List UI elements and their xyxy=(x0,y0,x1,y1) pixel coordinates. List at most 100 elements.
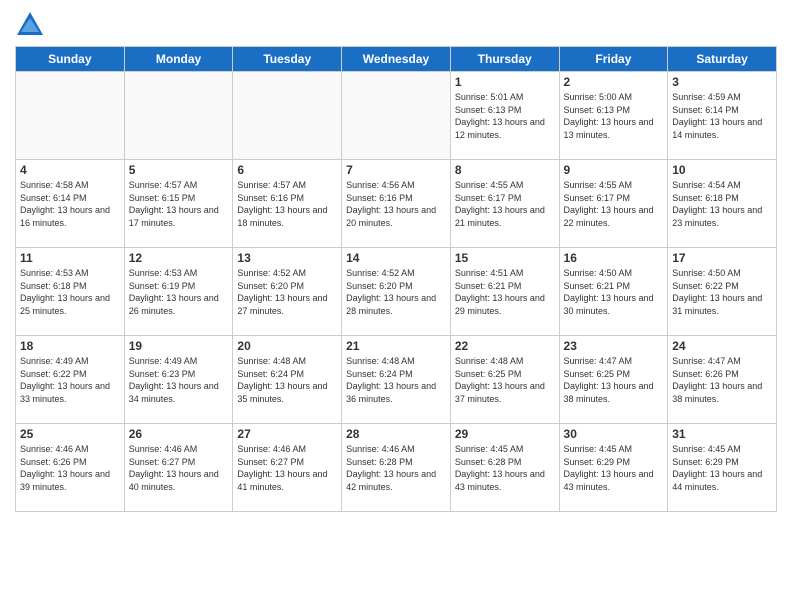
day-number: 8 xyxy=(455,163,555,177)
day-info: Sunrise: 4:59 AM Sunset: 6:14 PM Dayligh… xyxy=(672,91,772,141)
day-cell: 7Sunrise: 4:56 AM Sunset: 6:16 PM Daylig… xyxy=(342,160,451,248)
day-cell: 9 Sunrise: 4:55 AM Sunset: 6:17 PM Daylig… xyxy=(559,160,668,248)
day-cell: 8 Sunrise: 4:55 AM Sunset: 6:17 PM Daylig… xyxy=(450,160,559,248)
day-cell: 21 Sunrise: 4:48 AM Sunset: 6:24 PM Dayli… xyxy=(342,336,451,424)
weekday-sunday: Sunday xyxy=(16,47,125,72)
day-info: Sunrise: 4:45 AM Sunset: 6:29 PM Dayligh… xyxy=(672,443,772,493)
header xyxy=(15,10,777,40)
day-info: Sunrise: 4:47 AM Sunset: 6:26 PM Dayligh… xyxy=(672,355,772,405)
day-number: 6 xyxy=(237,163,337,177)
day-number: 14 xyxy=(346,251,446,265)
day-info: Sunrise: 4:52 AM Sunset: 6:20 PM Dayligh… xyxy=(237,267,337,317)
day-number: 23 xyxy=(564,339,664,353)
day-info: Sunrise: 5:00 AM Sunset: 6:13 PM Dayligh… xyxy=(564,91,664,141)
day-cell: 13 Sunrise: 4:52 AM Sunset: 6:20 PM Dayli… xyxy=(233,248,342,336)
day-cell: 3 Sunrise: 4:59 AM Sunset: 6:14 PM Daylig… xyxy=(668,72,777,160)
day-number: 26 xyxy=(129,427,229,441)
day-cell xyxy=(342,72,451,160)
day-cell: 28 Sunrise: 4:46 AM Sunset: 6:28 PM Dayli… xyxy=(342,424,451,512)
day-number: 10 xyxy=(672,163,772,177)
day-info: Sunrise: 4:54 AM Sunset: 6:18 PM Dayligh… xyxy=(672,179,772,229)
day-cell: 1 Sunrise: 5:01 AM Sunset: 6:13 PM Daylig… xyxy=(450,72,559,160)
day-cell: 5Sunrise: 4:57 AM Sunset: 6:15 PM Daylig… xyxy=(124,160,233,248)
day-number: 30 xyxy=(564,427,664,441)
day-number: 25 xyxy=(20,427,120,441)
day-info: Sunrise: 4:58 AM Sunset: 6:14 PM Dayligh… xyxy=(20,179,120,229)
day-cell: 18Sunrise: 4:49 AM Sunset: 6:22 PM Dayli… xyxy=(16,336,125,424)
day-info: Sunrise: 4:50 AM Sunset: 6:21 PM Dayligh… xyxy=(564,267,664,317)
day-number: 2 xyxy=(564,75,664,89)
day-number: 16 xyxy=(564,251,664,265)
day-cell: 31 Sunrise: 4:45 AM Sunset: 6:29 PM Dayli… xyxy=(668,424,777,512)
day-info: Sunrise: 4:52 AM Sunset: 6:20 PM Dayligh… xyxy=(346,267,446,317)
weekday-wednesday: Wednesday xyxy=(342,47,451,72)
day-number: 9 xyxy=(564,163,664,177)
day-cell: 30 Sunrise: 4:45 AM Sunset: 6:29 PM Dayli… xyxy=(559,424,668,512)
day-number: 7 xyxy=(346,163,446,177)
day-cell: 17Sunrise: 4:50 AM Sunset: 6:22 PM Dayli… xyxy=(668,248,777,336)
calendar: SundayMondayTuesdayWednesdayThursdayFrid… xyxy=(15,46,777,512)
weekday-monday: Monday xyxy=(124,47,233,72)
day-cell: 27 Sunrise: 4:46 AM Sunset: 6:27 PM Dayli… xyxy=(233,424,342,512)
day-cell: 26 Sunrise: 4:46 AM Sunset: 6:27 PM Dayli… xyxy=(124,424,233,512)
day-info: Sunrise: 4:51 AM Sunset: 6:21 PM Dayligh… xyxy=(455,267,555,317)
day-info: Sunrise: 4:46 AM Sunset: 6:27 PM Dayligh… xyxy=(129,443,229,493)
day-number: 15 xyxy=(455,251,555,265)
day-info: Sunrise: 4:45 AM Sunset: 6:29 PM Dayligh… xyxy=(564,443,664,493)
day-number: 20 xyxy=(237,339,337,353)
day-info: Sunrise: 4:57 AM Sunset: 6:16 PM Dayligh… xyxy=(237,179,337,229)
day-cell: 15 Sunrise: 4:51 AM Sunset: 6:21 PM Dayli… xyxy=(450,248,559,336)
day-info: Sunrise: 4:46 AM Sunset: 6:28 PM Dayligh… xyxy=(346,443,446,493)
day-number: 3 xyxy=(672,75,772,89)
day-cell: 25 Sunrise: 4:46 AM Sunset: 6:26 PM Dayli… xyxy=(16,424,125,512)
day-info: Sunrise: 4:46 AM Sunset: 6:26 PM Dayligh… xyxy=(20,443,120,493)
day-info: Sunrise: 4:46 AM Sunset: 6:27 PM Dayligh… xyxy=(237,443,337,493)
day-number: 1 xyxy=(455,75,555,89)
day-cell: 11 Sunrise: 4:53 AM Sunset: 6:18 PM Dayli… xyxy=(16,248,125,336)
day-cell: 23Sunrise: 4:47 AM Sunset: 6:25 PM Dayli… xyxy=(559,336,668,424)
day-info: Sunrise: 4:55 AM Sunset: 6:17 PM Dayligh… xyxy=(564,179,664,229)
day-number: 22 xyxy=(455,339,555,353)
day-cell: 16 Sunrise: 4:50 AM Sunset: 6:21 PM Dayli… xyxy=(559,248,668,336)
day-cell: 20Sunrise: 4:48 AM Sunset: 6:24 PM Dayli… xyxy=(233,336,342,424)
day-info: Sunrise: 4:48 AM Sunset: 6:24 PM Dayligh… xyxy=(346,355,446,405)
day-number: 24 xyxy=(672,339,772,353)
day-number: 12 xyxy=(129,251,229,265)
day-number: 4 xyxy=(20,163,120,177)
day-cell: 19Sunrise: 4:49 AM Sunset: 6:23 PM Dayli… xyxy=(124,336,233,424)
day-cell: 24 Sunrise: 4:47 AM Sunset: 6:26 PM Dayli… xyxy=(668,336,777,424)
day-cell: 12 Sunrise: 4:53 AM Sunset: 6:19 PM Dayli… xyxy=(124,248,233,336)
day-cell: 22 Sunrise: 4:48 AM Sunset: 6:25 PM Dayli… xyxy=(450,336,559,424)
page: SundayMondayTuesdayWednesdayThursdayFrid… xyxy=(0,0,792,612)
day-number: 11 xyxy=(20,251,120,265)
weekday-saturday: Saturday xyxy=(668,47,777,72)
day-number: 21 xyxy=(346,339,446,353)
day-info: Sunrise: 5:01 AM Sunset: 6:13 PM Dayligh… xyxy=(455,91,555,141)
day-info: Sunrise: 4:45 AM Sunset: 6:28 PM Dayligh… xyxy=(455,443,555,493)
weekday-tuesday: Tuesday xyxy=(233,47,342,72)
logo xyxy=(15,10,49,40)
week-row-0: 1 Sunrise: 5:01 AM Sunset: 6:13 PM Daylig… xyxy=(16,72,777,160)
day-cell xyxy=(16,72,125,160)
weekday-friday: Friday xyxy=(559,47,668,72)
weekday-thursday: Thursday xyxy=(450,47,559,72)
day-info: Sunrise: 4:53 AM Sunset: 6:18 PM Dayligh… xyxy=(20,267,120,317)
week-row-1: 4 Sunrise: 4:58 AM Sunset: 6:14 PM Daylig… xyxy=(16,160,777,248)
day-number: 17 xyxy=(672,251,772,265)
day-info: Sunrise: 4:55 AM Sunset: 6:17 PM Dayligh… xyxy=(455,179,555,229)
day-cell xyxy=(124,72,233,160)
day-info: Sunrise: 4:48 AM Sunset: 6:25 PM Dayligh… xyxy=(455,355,555,405)
day-number: 28 xyxy=(346,427,446,441)
week-row-4: 25 Sunrise: 4:46 AM Sunset: 6:26 PM Dayli… xyxy=(16,424,777,512)
day-number: 13 xyxy=(237,251,337,265)
day-info: Sunrise: 4:49 AM Sunset: 6:22 PM Dayligh… xyxy=(20,355,120,405)
day-cell: 4 Sunrise: 4:58 AM Sunset: 6:14 PM Daylig… xyxy=(16,160,125,248)
day-cell xyxy=(233,72,342,160)
day-number: 31 xyxy=(672,427,772,441)
day-cell: 6 Sunrise: 4:57 AM Sunset: 6:16 PM Daylig… xyxy=(233,160,342,248)
day-number: 27 xyxy=(237,427,337,441)
day-number: 19 xyxy=(129,339,229,353)
day-cell: 29 Sunrise: 4:45 AM Sunset: 6:28 PM Dayli… xyxy=(450,424,559,512)
day-number: 29 xyxy=(455,427,555,441)
day-info: Sunrise: 4:53 AM Sunset: 6:19 PM Dayligh… xyxy=(129,267,229,317)
